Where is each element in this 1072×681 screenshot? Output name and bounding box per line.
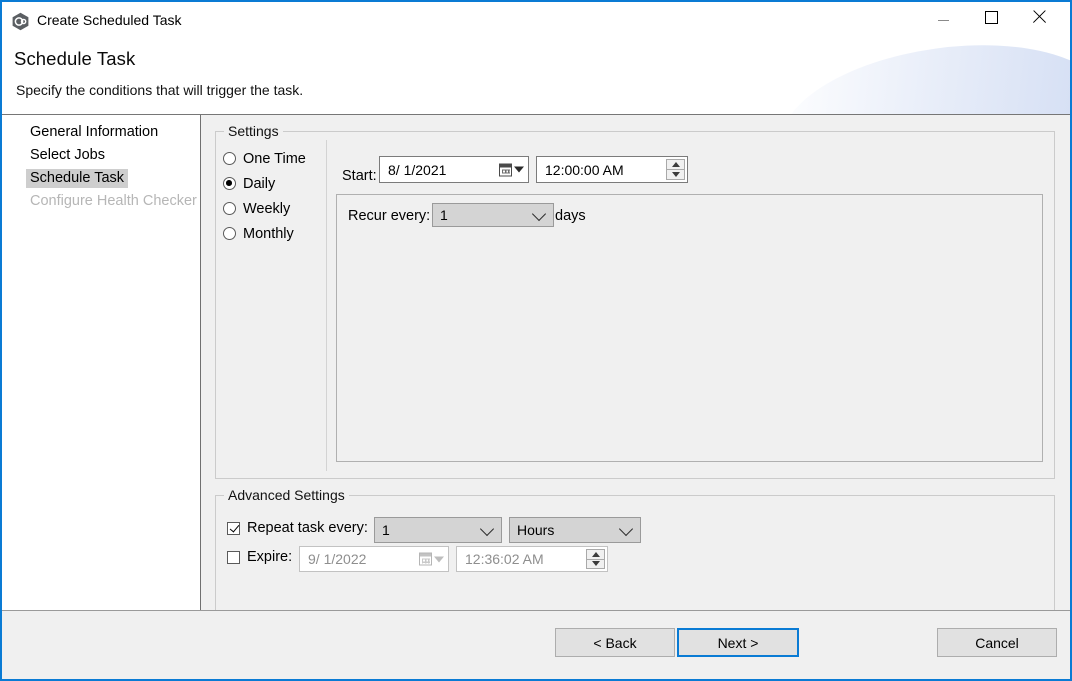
sidebar-item-label: Configure Health Checker — [26, 192, 201, 211]
sidebar-item-label: Schedule Task — [26, 169, 128, 188]
calendar-icon — [419, 553, 432, 566]
expire-date-dropdown-button — [419, 553, 444, 566]
close-button[interactable] — [1016, 2, 1062, 32]
radio-label: One Time — [243, 151, 306, 167]
start-time-spinner[interactable]: 12:00:00 AM — [536, 156, 688, 183]
checkbox-checked-icon — [227, 522, 240, 535]
advanced-settings-group: Advanced Settings Repeat task every: 1 H… — [215, 495, 1055, 613]
page-subtitle: Specify the conditions that will trigger… — [16, 82, 303, 98]
settings-group: Settings One Time Daily Weekly — [215, 131, 1055, 479]
chevron-down-icon — [532, 207, 546, 221]
back-button[interactable]: < Back — [555, 628, 675, 657]
spinner-down-button[interactable] — [666, 170, 685, 180]
start-label: Start: — [342, 168, 377, 184]
radio-label: Weekly — [243, 201, 290, 217]
repeat-task-checkbox[interactable]: Repeat task every: — [227, 520, 368, 536]
recurrence-panel: Recur every: 1 days — [336, 194, 1043, 462]
maximize-icon — [985, 11, 998, 24]
chevron-down-icon — [619, 522, 633, 536]
page-title: Schedule Task — [14, 48, 135, 70]
checkbox-unchecked-icon — [227, 551, 240, 564]
radio-circle-icon — [223, 152, 236, 165]
settings-group-title: Settings — [224, 123, 283, 139]
spinner-down-icon — [672, 172, 680, 177]
sidebar-item-configure-health-checker: Configure Health Checker — [2, 190, 201, 212]
next-button[interactable]: Next > — [677, 628, 799, 657]
radio-label: Monthly — [243, 226, 294, 242]
sidebar-item-schedule-task[interactable]: Schedule Task — [2, 167, 128, 189]
repeat-unit-value: Hours — [510, 522, 554, 538]
expire-time-value: 12:36:02 AM — [457, 551, 544, 567]
repeat-interval-value: 1 — [375, 522, 390, 538]
vertical-divider — [326, 140, 327, 471]
wizard-header: Schedule Task Specify the conditions tha… — [2, 40, 1070, 115]
title-bar: Create Scheduled Task — [2, 2, 1070, 40]
radio-circle-icon — [223, 202, 236, 215]
repeat-task-label: Repeat task every: — [247, 520, 368, 536]
triangle-down-icon — [434, 556, 444, 562]
next-button-label: Next > — [718, 635, 759, 651]
radio-weekly[interactable]: Weekly — [223, 196, 326, 221]
expire-time-spin-buttons — [586, 549, 605, 569]
recur-every-label: Recur every: — [348, 208, 430, 224]
wizard-step-list: General Information Select Jobs Schedule… — [2, 115, 201, 613]
start-date-picker[interactable]: 8/ 1/2021 — [379, 156, 529, 183]
dialog-window: Create Scheduled Task Schedule Task Spec… — [0, 0, 1072, 681]
sidebar-item-select-jobs[interactable]: Select Jobs — [2, 144, 109, 166]
radio-daily[interactable]: Daily — [223, 171, 326, 196]
dialog-footer: < Back Next > Cancel — [2, 610, 1070, 679]
recur-interval-combobox[interactable]: 1 — [432, 203, 554, 227]
advanced-settings-group-title: Advanced Settings — [224, 487, 349, 503]
calendar-icon — [499, 163, 512, 176]
close-icon — [1032, 10, 1046, 24]
start-time-value: 12:00:00 AM — [537, 162, 624, 178]
radio-monthly[interactable]: Monthly — [223, 221, 326, 246]
expire-checkbox[interactable]: Expire: — [227, 549, 292, 565]
cancel-button-label: Cancel — [975, 635, 1019, 651]
expire-date-value: 9/ 1/2022 — [300, 551, 366, 567]
spinner-up-button — [586, 549, 605, 560]
sidebar-item-general-information[interactable]: General Information — [2, 121, 162, 143]
header-decoration — [771, 40, 1070, 115]
spinner-down-button — [586, 560, 605, 570]
start-date-dropdown-button[interactable] — [499, 163, 524, 176]
minimize-icon — [938, 20, 949, 21]
spinner-up-icon — [592, 552, 600, 557]
radio-circle-icon — [223, 227, 236, 240]
start-time-spin-buttons[interactable] — [666, 159, 685, 180]
maximize-button[interactable] — [968, 2, 1014, 32]
sidebar-item-label: Select Jobs — [26, 146, 109, 165]
spinner-up-button[interactable] — [666, 159, 685, 170]
radio-label: Daily — [243, 176, 275, 192]
repeat-interval-combobox[interactable]: 1 — [374, 517, 502, 543]
recur-interval-value: 1 — [433, 207, 448, 223]
frequency-radio-group: One Time Daily Weekly Monthly — [223, 146, 326, 246]
sidebar-item-label: General Information — [26, 123, 162, 142]
triangle-down-icon — [514, 167, 524, 173]
start-date-value: 8/ 1/2021 — [380, 162, 446, 178]
dialog-body: General Information Select Jobs Schedule… — [2, 115, 1070, 679]
chevron-down-icon — [480, 522, 494, 536]
back-button-label: < Back — [593, 635, 636, 651]
minimize-button[interactable] — [920, 2, 966, 32]
radio-one-time[interactable]: One Time — [223, 146, 326, 171]
app-hexagon-icon — [11, 12, 30, 31]
expire-date-picker: 9/ 1/2022 — [299, 546, 449, 572]
recur-unit-label: days — [555, 208, 586, 224]
content-panel: Settings One Time Daily Weekly — [201, 115, 1070, 679]
spinner-down-icon — [592, 561, 600, 566]
expire-time-spinner: 12:36:02 AM — [456, 546, 608, 572]
radio-circle-icon — [223, 177, 236, 190]
repeat-unit-combobox[interactable]: Hours — [509, 517, 641, 543]
spinner-up-icon — [672, 162, 680, 167]
expire-label: Expire: — [247, 549, 292, 565]
cancel-button[interactable]: Cancel — [937, 628, 1057, 657]
window-title: Create Scheduled Task — [37, 12, 182, 28]
